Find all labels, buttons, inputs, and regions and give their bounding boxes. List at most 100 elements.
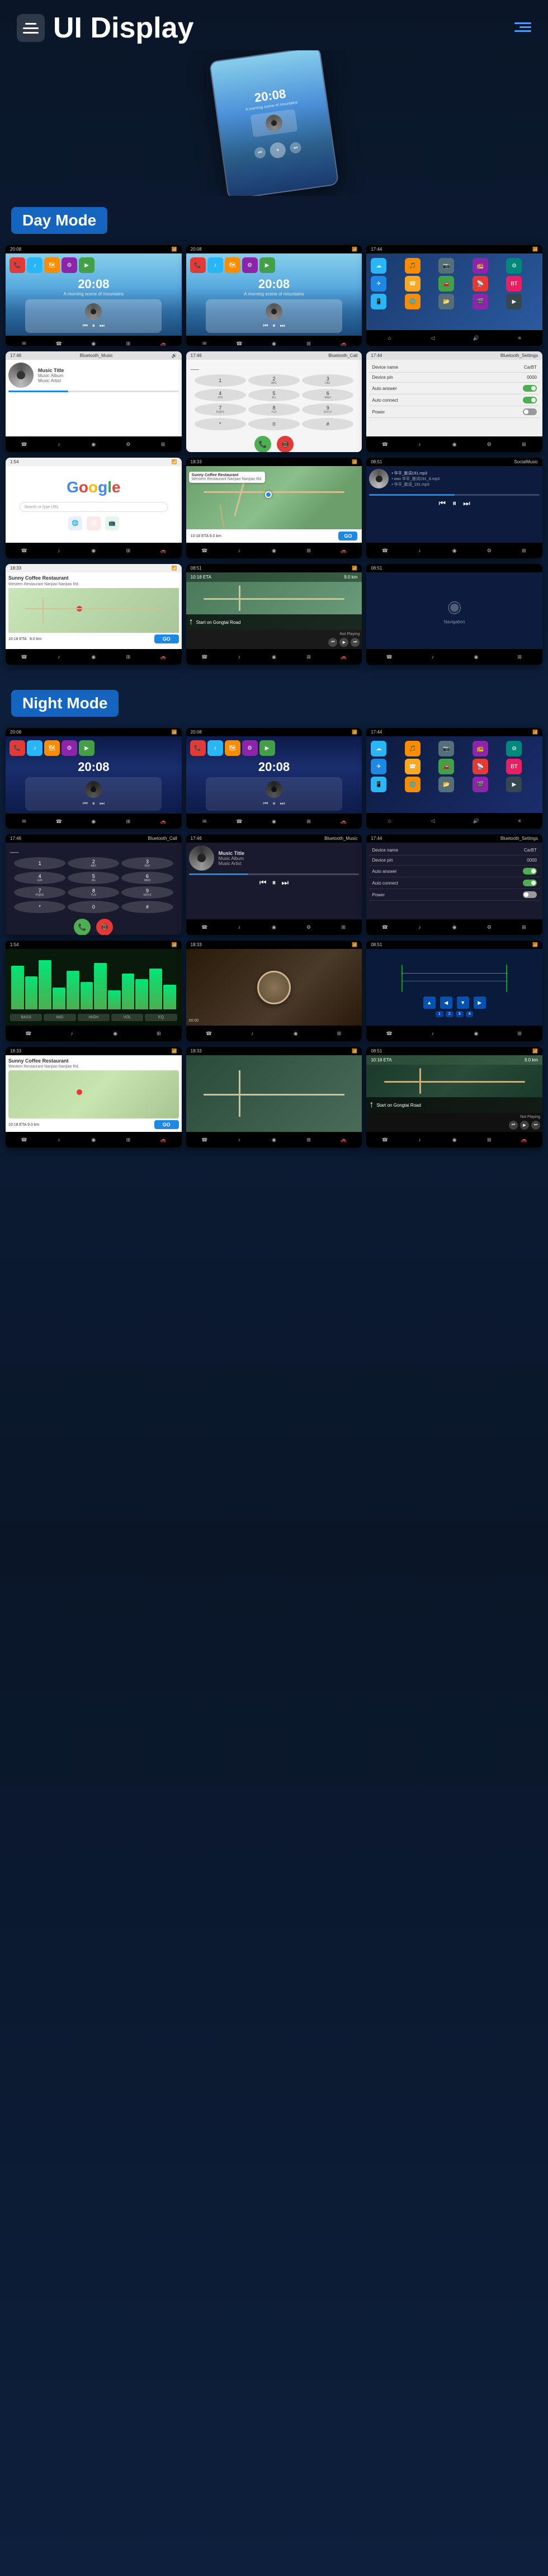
tb-s-1[interactable]: ☎ (379, 545, 390, 556)
tb-nca-3[interactable]: ◉ (470, 1028, 481, 1039)
key-hash[interactable]: # (302, 418, 353, 430)
home-screen-day-2[interactable]: 📞 ♪ 🗺 ⚙ ▶ 20:08 A morning scene of mount… (186, 253, 362, 336)
ng-app-12[interactable]: 🌐 (405, 777, 421, 792)
nk-1[interactable]: 1 (14, 857, 65, 869)
tb-nt-2[interactable]: ♪ (234, 651, 245, 662)
tb-nn-4[interactable]: ⊞ (303, 1134, 314, 1145)
tb-nn-3[interactable]: ◉ (268, 1134, 280, 1145)
tb-npoi-3[interactable]: ◉ (88, 1134, 99, 1145)
night-end-btn[interactable]: 📵 (96, 919, 113, 935)
tb-nh-1[interactable]: ✉ (18, 816, 30, 827)
grid-app-3[interactable]: 📷 (438, 258, 454, 274)
tb-map3[interactable]: ◉ (268, 338, 280, 346)
ng-app-1[interactable]: ☁ (371, 741, 386, 756)
nk-hash[interactable]: # (121, 901, 173, 913)
tb-nn-5[interactable]: 🚗 (338, 1134, 349, 1145)
night-dial-content[interactable]: ___ 1 2ABC 3DEF 4GHI 5JKL 6MNO 7PQRS 8TU… (6, 843, 182, 935)
bt-music-content[interactable]: Music Title Music Album Music Artist ⏮ ⏸… (6, 360, 182, 436)
eq-ctrl-1[interactable]: BASS (10, 1014, 42, 1021)
nk-6[interactable]: 6MNO (121, 872, 173, 884)
social-prev[interactable]: ⏮ (439, 499, 446, 508)
tb-nh-5[interactable]: 🚗 (158, 816, 169, 827)
key-9[interactable]: 9WXYZ (302, 403, 353, 416)
social-music-content[interactable]: • 华平_歌词191.mp3 • wav 华平_歌词191_d.mp3 • 华平… (366, 466, 542, 543)
key-8[interactable]: 8TUV (248, 403, 300, 416)
tb-email[interactable]: ✉ (18, 338, 30, 346)
tb-n-3[interactable]: ◉ (268, 545, 280, 556)
google-icon-2[interactable]: 🗺 (87, 516, 101, 530)
nk-star[interactable]: * (14, 901, 65, 913)
tb-s-5[interactable]: ⊞ (518, 545, 530, 556)
ng-app-8[interactable]: 🚗 (438, 759, 454, 774)
tb-bm-3[interactable]: ◉ (88, 439, 99, 450)
tb-map2[interactable]: ◉ (88, 338, 99, 346)
app-music-2[interactable]: ♪ (207, 257, 223, 273)
tb-npoi-4[interactable]: ⊞ (122, 1134, 134, 1145)
night-app-2-3[interactable]: 🗺 (225, 740, 240, 756)
tb-auto[interactable]: 🚗 (158, 338, 169, 346)
tb-nv-3[interactable]: ◉ (290, 1028, 301, 1039)
prev-button[interactable]: ⏮ (254, 146, 267, 159)
video-content[interactable]: 00:00 (186, 949, 362, 1026)
tb-g-5[interactable]: 🚗 (158, 545, 169, 556)
ng-app-11[interactable]: 📱 (371, 777, 386, 792)
tb-neq-4[interactable]: ⊞ (153, 1028, 164, 1039)
ng-app-2[interactable]: 🎵 (405, 741, 421, 756)
tb-poi-4[interactable]: ⊞ (122, 651, 134, 662)
key-4[interactable]: 4GHI (195, 389, 246, 401)
tb-nh2-5[interactable]: 🚗 (338, 816, 349, 827)
tb-nh2-1[interactable]: ✉ (199, 816, 210, 827)
google-search-bar[interactable]: Search or type URL (20, 502, 168, 512)
nk-0[interactable]: 0 (68, 901, 119, 913)
tb-g-1[interactable]: ☎ (18, 545, 30, 556)
tb-ng-3[interactable]: 🔊 (470, 815, 481, 826)
night-poi-content[interactable]: Sunny Coffee Restaurant Western Restaura… (6, 1055, 182, 1132)
tb-bs-3[interactable]: ◉ (449, 439, 460, 450)
grid-app-4[interactable]: 📻 (473, 258, 488, 274)
night-auto-answer-toggle[interactable] (523, 868, 537, 875)
night-app-3[interactable]: 🗺 (44, 740, 60, 756)
home-screen-day-1[interactable]: 📞 ♪ 🗺 ⚙ ▶ 20:08 A morning scene of mount… (6, 253, 182, 336)
tb-bs-2[interactable]: ♪ (414, 439, 426, 450)
cam-btn-2[interactable]: ◀ (440, 996, 452, 1009)
night-next[interactable]: ⏭ (281, 878, 289, 887)
tb-apps2[interactable]: ⊞ (122, 338, 134, 346)
poi-content[interactable]: Sunny Coffee Restaurant Western Restaura… (6, 572, 182, 649)
night-app-2-5[interactable]: ▶ (259, 740, 275, 756)
bt-prev[interactable]: ⏮ (79, 395, 86, 405)
ng-app-bt[interactable]: BT (506, 759, 522, 774)
play-pause-button[interactable]: ⏸ (269, 141, 287, 159)
ng-app-14[interactable]: 🎬 (473, 777, 488, 792)
tb-ns-2[interactable]: ♪ (414, 922, 426, 933)
night-go-button[interactable]: GO (154, 1120, 179, 1129)
key-7[interactable]: 7PQRS (195, 403, 246, 416)
tb-ex-4[interactable]: ⊞ (514, 651, 525, 662)
key-3[interactable]: 3DEF (302, 374, 353, 387)
grid-app-1[interactable]: ☁ (371, 258, 386, 274)
tb-bs-5[interactable]: ⊞ (518, 439, 530, 450)
tb-bm-2[interactable]: ♪ (53, 439, 64, 450)
tb-back[interactable]: ◁ (427, 332, 438, 344)
tb-neq-3[interactable]: ◉ (110, 1028, 121, 1039)
cp-play[interactable]: ▶ (339, 638, 348, 647)
night-app-grid-bg[interactable]: ☁ 🎵 📷 📻 ⚙ ✈ ☎ 🚗 📡 BT 📱 🌐 📂 🎬 (366, 736, 542, 813)
tb-ncp-3[interactable]: ◉ (449, 1134, 460, 1145)
tb-ns-5[interactable]: ⊞ (518, 922, 530, 933)
tb-eq[interactable]: ≡ (514, 332, 525, 344)
tb-nv-4[interactable]: ⊞ (333, 1028, 344, 1039)
grid-app-11[interactable]: 📱 (371, 294, 386, 309)
nk-9[interactable]: 9WXYZ (121, 886, 173, 899)
tb-ns-3[interactable]: ◉ (449, 922, 460, 933)
end-call-button[interactable]: 📵 (277, 436, 294, 452)
social-next[interactable]: ⏭ (463, 499, 470, 508)
tb-nh2-2[interactable]: ☎ (234, 816, 245, 827)
settings-content[interactable]: Device name CarBT Device pin 0000 Auto a… (366, 360, 542, 436)
app-settings[interactable]: ⚙ (62, 257, 77, 273)
tb-ng-4[interactable]: ≡ (514, 815, 525, 826)
grid-app-2[interactable]: 🎵 (405, 258, 421, 274)
tb-bs-1[interactable]: ☎ (379, 439, 390, 450)
cam-btn-3[interactable]: ▼ (457, 996, 469, 1009)
app-phone-2[interactable]: 📞 (190, 257, 206, 273)
tb-nm-2[interactable]: ♪ (234, 922, 245, 933)
night-auto-connect-toggle[interactable] (523, 880, 537, 886)
